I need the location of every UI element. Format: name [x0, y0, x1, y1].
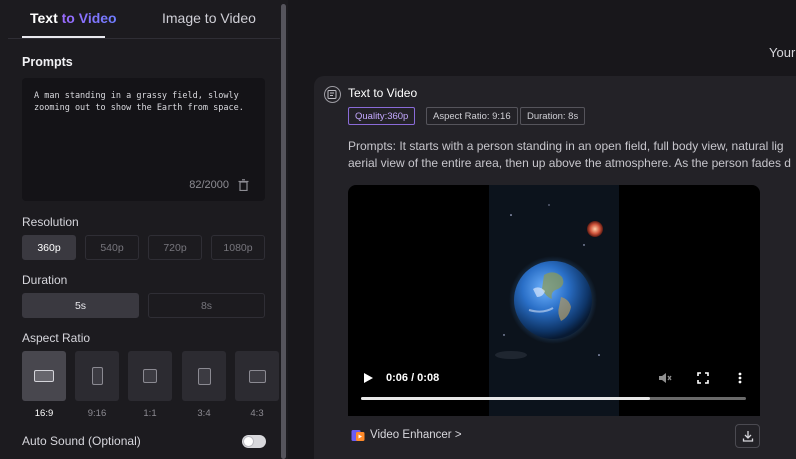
toggle-knob: [244, 437, 253, 446]
download-icon: [742, 431, 753, 442]
auto-sound-toggle[interactable]: [242, 435, 266, 448]
prompt-textarea[interactable]: A man standing in a grassy field, slowly…: [22, 78, 265, 201]
aspect-16-9-icon: [34, 370, 54, 382]
duration-option-8s[interactable]: 8s: [148, 293, 265, 318]
aspect-ratio-tag: Aspect Ratio: 9:16: [426, 107, 518, 125]
settings-panel: Text to Video Image to Video Prompts A m…: [0, 0, 285, 459]
tabs-divider: [8, 38, 280, 39]
earth-image: [489, 185, 619, 416]
aspect-9-16-icon: [91, 367, 103, 385]
duration-tag: Duration: 8s: [520, 107, 586, 125]
aspect-label-9-16: 9:16: [87, 408, 107, 419]
trash-icon[interactable]: [238, 179, 249, 191]
aspect-option-1-1[interactable]: [128, 351, 172, 401]
resolution-option-1080p[interactable]: 1080p: [211, 235, 265, 260]
aspect-label-16-9: 16:9: [34, 408, 54, 419]
resolution-option-360p[interactable]: 360p: [22, 235, 76, 260]
prompt-text: A man standing in a grassy field, slowly…: [34, 91, 244, 113]
resolution-title: Resolution: [22, 215, 79, 229]
volume-icon[interactable]: [658, 371, 672, 385]
aspect-label-4-3: 4:3: [250, 408, 264, 419]
tab-image-to-video[interactable]: Image to Video: [162, 10, 256, 26]
panel-scrollbar[interactable]: [281, 4, 286, 459]
aspect-ratio-title: Aspect Ratio: [22, 331, 91, 345]
result-title: Text to Video: [348, 86, 418, 100]
mode-tabs: Text to Video Image to Video: [0, 0, 280, 38]
aspect-3-4-icon: [197, 367, 211, 385]
quality-tag: Quality:360p: [348, 107, 416, 125]
video-time: 0:06 / 0:08: [386, 372, 440, 384]
duration-title: Duration: [22, 273, 68, 287]
resolution-option-540p[interactable]: 540p: [85, 235, 139, 260]
video-enhancer-link[interactable]: Video Enhancer >: [370, 429, 462, 441]
video-progress-bar[interactable]: [361, 397, 746, 400]
video-enhancer-icon: [351, 430, 365, 441]
header-your-label: Your: [769, 45, 796, 60]
result-prompt: Prompts: It starts with a person standin…: [348, 138, 796, 172]
video-player[interactable]: 0:06 / 0:08: [348, 185, 760, 416]
resolution-option-720p[interactable]: 720p: [148, 235, 202, 260]
result-prompt-line-2: aerial view of the entire area, then up …: [348, 156, 791, 170]
fullscreen-icon[interactable]: [696, 371, 710, 385]
aspect-option-16-9[interactable]: [22, 351, 66, 401]
aspect-option-9-16[interactable]: [75, 351, 119, 401]
download-button[interactable]: [735, 424, 760, 448]
aspect-4-3-icon: [248, 369, 266, 383]
video-progress-fill: [361, 397, 650, 400]
tab-text-to-video-label-accent: to Video: [61, 10, 117, 26]
duration-option-5s[interactable]: 5s: [22, 293, 139, 318]
aspect-option-4-3[interactable]: [235, 351, 279, 401]
aspect-1-1-icon: [143, 369, 157, 383]
char-count: 82/2000: [189, 179, 229, 191]
more-options-icon[interactable]: [736, 371, 744, 385]
prompts-title: Prompts: [22, 55, 73, 69]
aspect-label-1-1: 1:1: [143, 408, 157, 419]
tab-text-to-video[interactable]: Text to Video: [30, 10, 117, 26]
result-prompt-line-1: Prompts: It starts with a person standin…: [348, 139, 784, 153]
aspect-label-3-4: 3:4: [197, 408, 211, 419]
aspect-option-3-4[interactable]: [182, 351, 226, 401]
play-icon[interactable]: [362, 371, 374, 385]
tab-text-to-video-label-bold: Text: [30, 10, 58, 26]
video-frame: [489, 185, 619, 416]
text-to-video-icon: [324, 86, 341, 103]
auto-sound-label: Auto Sound (Optional): [22, 434, 141, 448]
